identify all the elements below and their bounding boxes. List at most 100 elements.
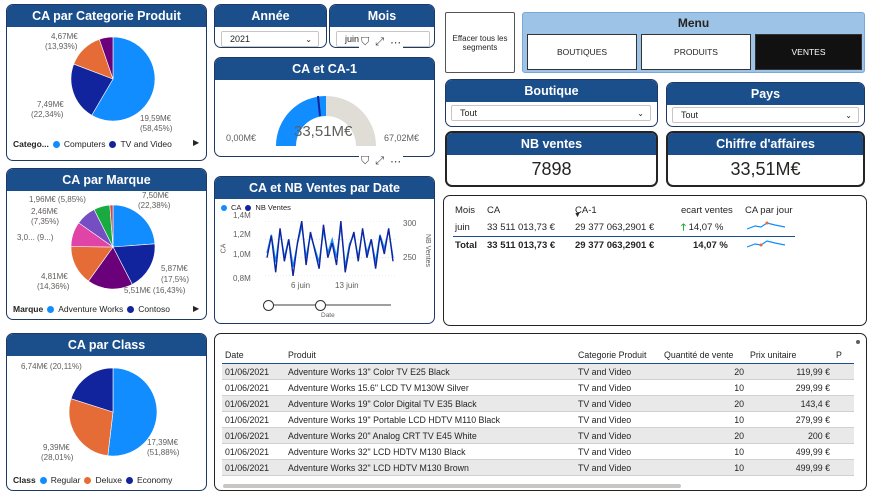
- pays-value: Tout: [681, 110, 699, 120]
- legend-item[interactable]: Contoso: [138, 304, 170, 314]
- sparkline: [746, 221, 786, 230]
- slider-track: [267, 304, 391, 306]
- pie-categorie-chart[interactable]: [7, 27, 207, 142]
- line-plot-area[interactable]: [265, 221, 395, 276]
- y-tick: 1,4M: [233, 211, 251, 220]
- filter-icon[interactable]: ⛉: [361, 36, 369, 49]
- ca-par-class-card: CA par Class 6,74M€ (20,11%) 9,39M€ (28,…: [6, 333, 207, 491]
- prix-cell: 499,99 €: [747, 443, 833, 460]
- ca-nb-ventes-line-card: CA et NB Ventes par Date CA NB Ventes 1,…: [214, 176, 435, 324]
- more-options-icon[interactable]: ⋯: [390, 36, 401, 49]
- pie-label: 1,96M€ (5,85%): [29, 195, 86, 204]
- categorie-cell: TV and Video: [575, 363, 661, 380]
- pie-label: 7,50M€: [142, 191, 169, 200]
- menu-button-label: PRODUITS: [674, 47, 718, 57]
- legend-item[interactable]: NB Ventes: [255, 203, 290, 212]
- clear-all-slicers-button[interactable]: Effacer tous les segments: [445, 12, 515, 73]
- kpi-value: 33,51M€: [730, 159, 801, 179]
- filter-icon[interactable]: ⛉: [361, 155, 369, 168]
- focus-mode-icon[interactable]: ⤢: [375, 36, 384, 49]
- matrix-row[interactable]: juin 33 511 013,73 € 29 377 063,2901 € 🡑…: [453, 219, 795, 237]
- categorie-cell: TV and Video: [575, 427, 661, 444]
- chevron-down-icon: ⌄: [305, 34, 312, 44]
- boutique-dropdown[interactable]: Tout ⌄: [451, 105, 651, 121]
- up-arrow-icon: 🡑: [681, 221, 686, 233]
- produit-cell: Adventure Works 20" Analog CRT TV E45 Wh…: [285, 427, 575, 444]
- pie-label: (14,36%): [37, 282, 70, 291]
- pie-slice[interactable]: [112, 204, 156, 248]
- legend-item[interactable]: Computers: [64, 139, 106, 149]
- focus-mode-icon[interactable]: ⤢: [375, 155, 384, 168]
- pie-label: 19,59M€: [140, 114, 172, 123]
- column-header[interactable]: P: [833, 338, 854, 364]
- date-cell: 01/06/2021: [222, 427, 285, 444]
- column-header[interactable]: Produit: [285, 338, 575, 364]
- column-header[interactable]: CA-1: [573, 202, 679, 219]
- legend-dot: [245, 204, 252, 211]
- table-row[interactable]: 01/06/2021 Adventure Works 32" LCD HDTV M…: [222, 459, 854, 476]
- menu-boutiques-button[interactable]: BOUTIQUES: [527, 34, 637, 70]
- legend-title: Marque: [13, 304, 44, 314]
- mois-cell[interactable]: juin: [453, 219, 485, 237]
- sort-descending-icon[interactable]: ▼: [574, 212, 581, 219]
- pie-label: 2,46M€: [31, 207, 58, 216]
- legend-item[interactable]: Deluxe: [95, 475, 121, 485]
- column-header[interactable]: CA: [485, 202, 573, 219]
- menu-panel: Menu BOUTIQUES PRODUITS VENTES: [522, 12, 865, 73]
- table-row[interactable]: 01/06/2021 Adventure Works 20" Analog CRT…: [222, 427, 854, 444]
- legend-item[interactable]: TV and Video: [120, 139, 171, 149]
- column-header[interactable]: Date: [222, 338, 285, 364]
- matrix-total-row: Total 33 511 013,73 € 29 377 063,2901 € …: [453, 237, 795, 255]
- nb-ventes-kpi: NB ventes 7898: [445, 131, 658, 187]
- pays-dropdown[interactable]: Tout ⌄: [672, 107, 859, 123]
- table-row[interactable]: 01/06/2021 Adventure Works 15.6" LCD TV M…: [222, 379, 854, 396]
- column-header[interactable]: ecart ventes: [679, 202, 743, 219]
- categorie-cell: TV and Video: [575, 379, 661, 396]
- card-title: CA et NB Ventes par Date: [215, 177, 434, 199]
- column-header[interactable]: Mois: [453, 202, 485, 219]
- legend-next-icon[interactable]: ▶: [193, 138, 199, 147]
- slider-handle-end[interactable]: [315, 300, 326, 311]
- mois-cell: Total: [455, 240, 477, 251]
- more-options-icon[interactable]: ⋯: [390, 155, 401, 168]
- pie-label: (7,35%): [31, 217, 60, 226]
- clear-all-slicers-label: Effacer tous les segments: [452, 33, 508, 52]
- produit-cell: Adventure Works 13" Color TV E25 Black: [285, 363, 575, 380]
- date-cell: 01/06/2021: [222, 379, 285, 396]
- column-header[interactable]: CA par jour: [743, 202, 795, 219]
- prix-cell: 279,99 €: [747, 411, 833, 428]
- legend-dot: [109, 140, 117, 148]
- column-header[interactable]: Quantité de vente: [661, 338, 747, 364]
- prix-cell: 499,99 €: [747, 459, 833, 476]
- legend-item[interactable]: Regular: [51, 475, 81, 485]
- ca-matrix: Mois CA CA-1 ecart ventes CA par jour ju…: [443, 195, 867, 326]
- pie-label: (13,93%): [45, 42, 78, 51]
- table-row[interactable]: 01/06/2021 Adventure Works 13" Color TV E…: [222, 363, 854, 380]
- menu-title: Menu: [677, 16, 710, 30]
- table-row[interactable]: 01/06/2021 Adventure Works 19" Color Digi…: [222, 395, 854, 412]
- ca1-cell: 29 377 063,2901 €: [575, 222, 655, 233]
- y-tick: 1,0M: [233, 250, 251, 259]
- gauge-chart[interactable]: [215, 80, 435, 156]
- menu-button-label: BOUTIQUES: [556, 47, 608, 57]
- vertical-scrollbar[interactable]: [856, 340, 860, 344]
- menu-produits-button[interactable]: PRODUITS: [641, 34, 751, 70]
- y-tick: 0,8M: [233, 274, 251, 283]
- matrix-table: Mois CA CA-1 ecart ventes CA par jour ju…: [453, 202, 795, 254]
- column-header[interactable]: Prix unitaire: [747, 338, 833, 364]
- card-title: Pays: [667, 83, 864, 105]
- quantite-cell: 10: [661, 411, 747, 428]
- table-row[interactable]: 01/06/2021 Adventure Works 19" Portable L…: [222, 411, 854, 428]
- column-header[interactable]: Categorie Produit: [575, 338, 661, 364]
- legend-item[interactable]: Adventure Works: [58, 304, 123, 314]
- legend-dot: [221, 204, 227, 211]
- legend-item[interactable]: Economy: [137, 475, 172, 485]
- menu-ventes-button[interactable]: VENTES: [755, 34, 862, 70]
- annee-dropdown[interactable]: 2021 ⌄: [221, 31, 319, 47]
- date-range-slider[interactable]: [263, 300, 391, 311]
- table-row[interactable]: 01/06/2021 Adventure Works 32" LCD HDTV M…: [222, 443, 854, 460]
- pie-label: 4,81M€: [41, 272, 68, 281]
- horizontal-scrollbar[interactable]: [223, 484, 681, 488]
- legend-next-icon[interactable]: ▶: [193, 304, 199, 313]
- slider-handle-start[interactable]: [263, 300, 274, 311]
